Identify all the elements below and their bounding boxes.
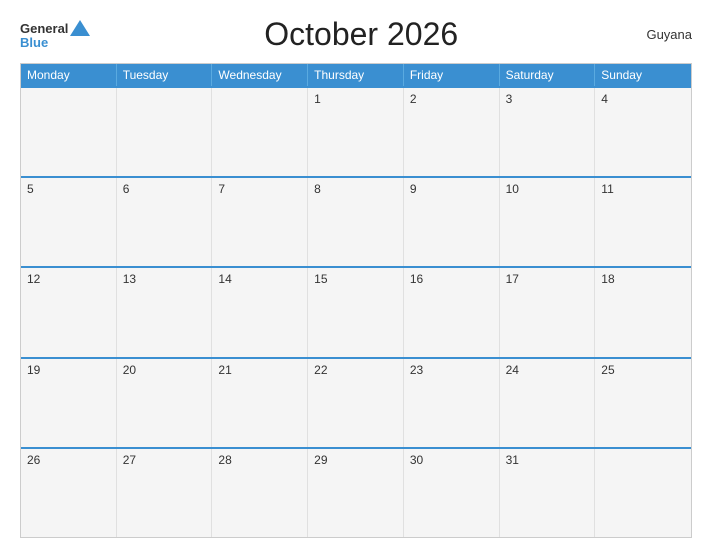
calendar-cell-r2-c3: 15: [308, 268, 404, 356]
day-number: 8: [314, 182, 321, 196]
day-number: 20: [123, 363, 136, 377]
calendar-cell-r0-c0: [21, 88, 117, 176]
calendar-cell-r1-c2: 7: [212, 178, 308, 266]
day-number: 9: [410, 182, 417, 196]
day-number: 27: [123, 453, 136, 467]
day-number: 6: [123, 182, 130, 196]
calendar-cell-r0-c1: [117, 88, 213, 176]
calendar-cell-r3-c2: 21: [212, 359, 308, 447]
day-number: 31: [506, 453, 519, 467]
page: General Blue October 2026 Guyana Monday …: [0, 0, 712, 550]
calendar-cell-r2-c6: 18: [595, 268, 691, 356]
calendar-cell-r2-c5: 17: [500, 268, 596, 356]
day-number: 15: [314, 272, 327, 286]
logo-icon: [70, 20, 90, 36]
day-number: 16: [410, 272, 423, 286]
calendar-cell-r3-c6: 25: [595, 359, 691, 447]
calendar-row-5: 26 27 28 29 30 31: [21, 447, 691, 537]
logo: General Blue: [20, 20, 90, 49]
weekday-wednesday: Wednesday: [212, 64, 308, 86]
weekday-thursday: Thursday: [308, 64, 404, 86]
day-number: 7: [218, 182, 225, 196]
calendar-row-3: 12 13 14 15 16 17 18: [21, 266, 691, 356]
calendar-cell-r1-c0: 5: [21, 178, 117, 266]
calendar-row-4: 19 20 21 22 23 24 25: [21, 357, 691, 447]
day-number: 23: [410, 363, 423, 377]
logo-blue-text: Blue: [20, 36, 48, 49]
day-number: 12: [27, 272, 40, 286]
day-number: 2: [410, 92, 417, 106]
weekday-monday: Monday: [21, 64, 117, 86]
calendar-cell-r3-c5: 24: [500, 359, 596, 447]
calendar-cell-r4-c6: [595, 449, 691, 537]
day-number: 25: [601, 363, 614, 377]
weekday-sunday: Sunday: [595, 64, 691, 86]
weekday-tuesday: Tuesday: [117, 64, 213, 86]
calendar-cell-r2-c2: 14: [212, 268, 308, 356]
calendar-cell-r3-c4: 23: [404, 359, 500, 447]
day-number: 3: [506, 92, 513, 106]
calendar-cell-r2-c1: 13: [117, 268, 213, 356]
day-number: 22: [314, 363, 327, 377]
day-number: 26: [27, 453, 40, 467]
calendar-cell-r1-c3: 8: [308, 178, 404, 266]
calendar-cell-r0-c3: 1: [308, 88, 404, 176]
day-number: 29: [314, 453, 327, 467]
calendar-cell-r3-c0: 19: [21, 359, 117, 447]
weekday-friday: Friday: [404, 64, 500, 86]
calendar-body: 1234567891011121314151617181920212223242…: [21, 86, 691, 537]
day-number: 14: [218, 272, 231, 286]
calendar-cell-r3-c3: 22: [308, 359, 404, 447]
calendar-cell-r2-c4: 16: [404, 268, 500, 356]
day-number: 19: [27, 363, 40, 377]
calendar-cell-r1-c6: 11: [595, 178, 691, 266]
header: General Blue October 2026 Guyana: [20, 16, 692, 53]
calendar-cell-r1-c4: 9: [404, 178, 500, 266]
day-number: 5: [27, 182, 34, 196]
calendar-cell-r0-c6: 4: [595, 88, 691, 176]
day-number: 4: [601, 92, 608, 106]
day-number: 21: [218, 363, 231, 377]
calendar-cell-r2-c0: 12: [21, 268, 117, 356]
calendar-cell-r4-c5: 31: [500, 449, 596, 537]
calendar-cell-r0-c2: [212, 88, 308, 176]
country-label: Guyana: [632, 27, 692, 42]
month-title: October 2026: [90, 16, 632, 53]
day-number: 1: [314, 92, 321, 106]
logo-general-text: General: [20, 22, 68, 35]
day-number: 30: [410, 453, 423, 467]
calendar-row-2: 5 6 7 8 9 10 11: [21, 176, 691, 266]
weekday-saturday: Saturday: [500, 64, 596, 86]
day-number: 11: [601, 182, 613, 196]
day-number: 28: [218, 453, 231, 467]
day-number: 17: [506, 272, 519, 286]
day-number: 24: [506, 363, 519, 377]
calendar: Monday Tuesday Wednesday Thursday Friday…: [20, 63, 692, 538]
day-number: 18: [601, 272, 614, 286]
calendar-cell-r0-c4: 2: [404, 88, 500, 176]
calendar-cell-r3-c1: 20: [117, 359, 213, 447]
calendar-cell-r0-c5: 3: [500, 88, 596, 176]
calendar-cell-r1-c1: 6: [117, 178, 213, 266]
calendar-row-1: 1 2 3 4: [21, 86, 691, 176]
calendar-cell-r4-c2: 28: [212, 449, 308, 537]
calendar-cell-r4-c3: 29: [308, 449, 404, 537]
calendar-cell-r4-c1: 27: [117, 449, 213, 537]
day-number: 13: [123, 272, 136, 286]
day-number: 10: [506, 182, 519, 196]
calendar-header: Monday Tuesday Wednesday Thursday Friday…: [21, 64, 691, 86]
calendar-cell-r1-c5: 10: [500, 178, 596, 266]
calendar-cell-r4-c4: 30: [404, 449, 500, 537]
calendar-cell-r4-c0: 26: [21, 449, 117, 537]
